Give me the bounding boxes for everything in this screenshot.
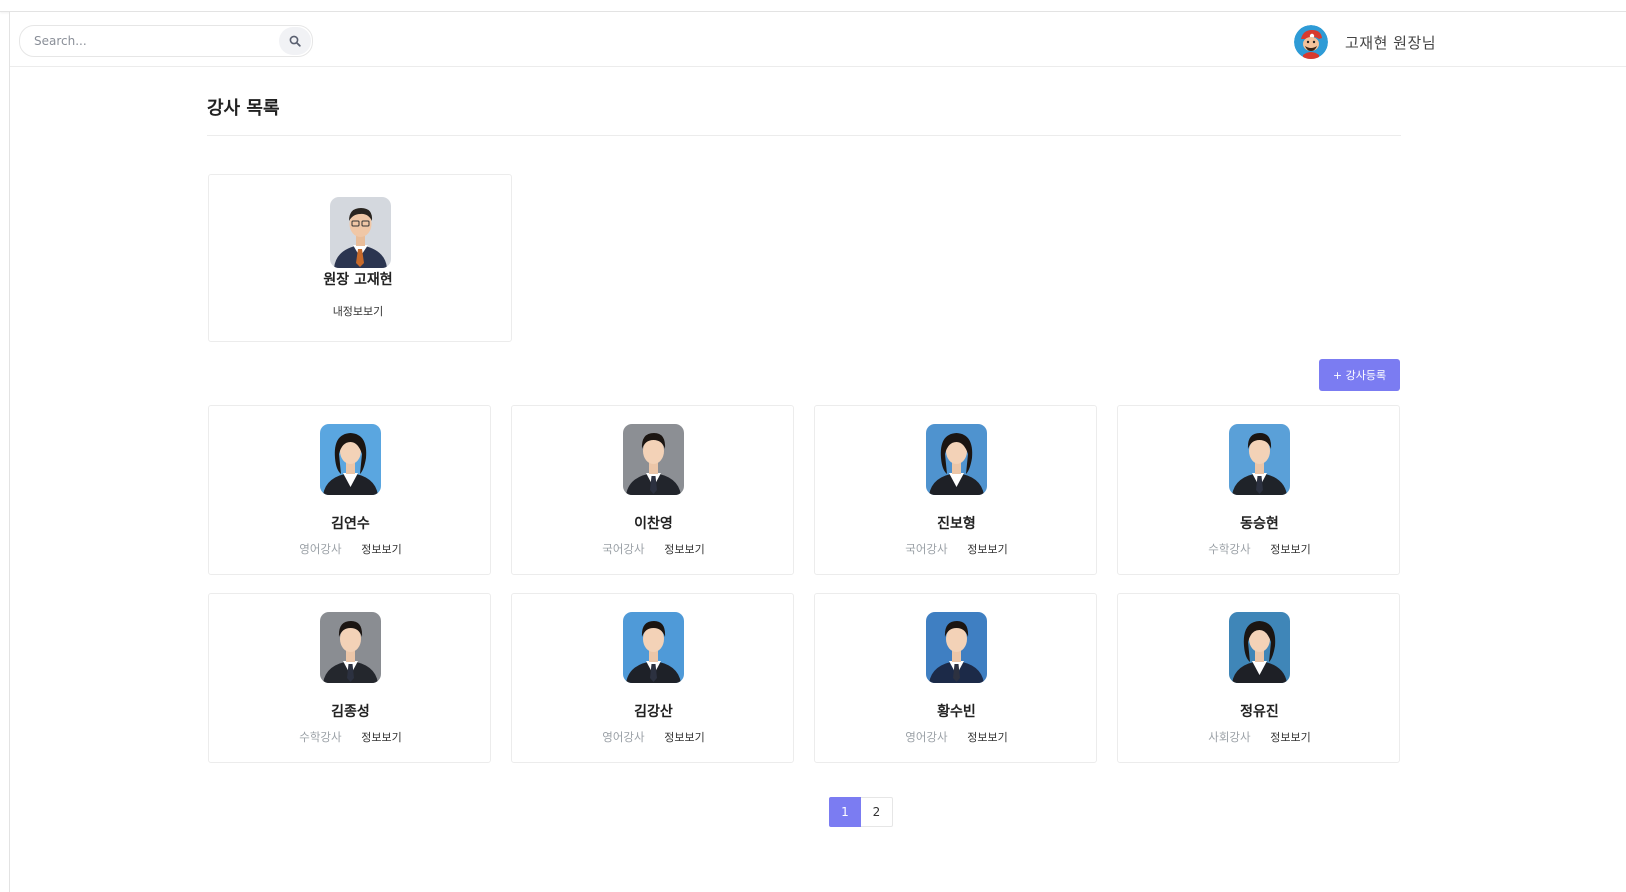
instructor-photo: [623, 424, 684, 495]
instructor-portrait-icon: [926, 612, 987, 683]
instructor-photo: [926, 424, 987, 495]
instructor-subject: 수학강사: [1208, 542, 1251, 556]
search-input[interactable]: [32, 26, 276, 56]
search-box: [19, 25, 313, 57]
instructor-subject: 국어강사: [602, 542, 645, 556]
instructor-name: 진보형: [937, 516, 976, 532]
instructor-portrait-icon: [1229, 424, 1290, 495]
instructor-name: 이찬영: [634, 516, 673, 532]
top-bar: 고재현 원장님: [10, 12, 1626, 67]
title-divider: [207, 135, 1401, 136]
instructor-portrait-icon: [320, 424, 381, 495]
instructor-portrait-icon: [623, 424, 684, 495]
user-profile[interactable]: 고재현 원장님: [1294, 25, 1436, 59]
instructor-photo: [320, 612, 381, 683]
instructor-subject: 영어강사: [299, 542, 342, 556]
instructor-info-link[interactable]: 정보보기: [664, 543, 704, 556]
director-portrait-icon: [330, 197, 391, 268]
instructor-name: 김강산: [634, 704, 673, 720]
instructor-name: 동승현: [1240, 516, 1279, 532]
instructor-info-link[interactable]: 정보보기: [1270, 543, 1310, 556]
director-name-text: 원장 고재현: [323, 272, 393, 288]
instructor-photo: [1229, 424, 1290, 495]
window-top-edge: [0, 0, 1626, 12]
instructor-meta: 국어강사 정보보기: [512, 541, 795, 557]
instructor-info-link[interactable]: 정보보기: [967, 731, 1007, 744]
page-title: 강사 목록: [207, 98, 280, 119]
instructor-card: 진보형 국어강사 정보보기: [814, 405, 1097, 575]
instructor-photo: [1229, 612, 1290, 683]
instructor-name: 정유진: [1240, 704, 1279, 720]
instructor-name: 김종성: [331, 704, 370, 720]
instructor-grid: 김연수 영어강사 정보보기 이찬영 국어강사 정보보기 진보형 국어강사 정보보…: [208, 405, 1401, 763]
instructor-info-link[interactable]: 정보보기: [361, 731, 401, 744]
cartoon-avatar-icon: [1294, 25, 1328, 59]
instructor-portrait-icon: [1229, 612, 1290, 683]
user-name: 고재현 원장님: [1345, 33, 1437, 52]
instructor-meta: 영어강사 정보보기: [512, 729, 795, 745]
search-icon: [289, 35, 301, 47]
search-button[interactable]: [279, 27, 311, 55]
instructor-portrait-icon: [320, 612, 381, 683]
window-left-edge: [9, 11, 10, 892]
instructor-info-link[interactable]: 정보보기: [664, 731, 704, 744]
instructor-photo: [320, 424, 381, 495]
director-card: 원장 고재현 내정보보기: [208, 174, 512, 342]
instructor-subject: 수학강사: [299, 730, 342, 744]
page-button[interactable]: 2: [861, 797, 893, 827]
instructor-card: 김연수 영어강사 정보보기: [208, 405, 491, 575]
director-photo: [330, 197, 391, 268]
director-name: 원장 고재현: [209, 269, 511, 289]
instructor-meta: 사회강사 정보보기: [1118, 729, 1401, 745]
instructor-photo: [926, 612, 987, 683]
instructor-subject: 사회강사: [1208, 730, 1251, 744]
instructor-portrait-icon: [623, 612, 684, 683]
instructor-name: 김연수: [331, 516, 370, 532]
director-info-link-text: 내정보보기: [332, 305, 384, 318]
instructor-photo: [623, 612, 684, 683]
instructor-name: 황수빈: [937, 704, 976, 720]
instructor-card: 정유진 사회강사 정보보기: [1117, 593, 1400, 763]
instructor-meta: 영어강사 정보보기: [815, 729, 1098, 745]
instructor-subject: 영어강사: [905, 730, 948, 744]
instructor-meta: 영어강사 정보보기: [209, 541, 492, 557]
add-instructor-button[interactable]: + 강사등록: [1319, 359, 1400, 391]
director-info-link[interactable]: 내정보보기: [209, 303, 511, 319]
instructor-meta: 수학강사 정보보기: [1118, 541, 1401, 557]
pagination: 12: [829, 797, 893, 827]
instructor-subject: 영어강사: [602, 730, 645, 744]
page-button[interactable]: 1: [829, 797, 861, 827]
instructor-info-link[interactable]: 정보보기: [1270, 731, 1310, 744]
instructor-card: 김종성 수학강사 정보보기: [208, 593, 491, 763]
instructor-card: 동승현 수학강사 정보보기: [1117, 405, 1400, 575]
instructor-info-link[interactable]: 정보보기: [967, 543, 1007, 556]
instructor-card: 이찬영 국어강사 정보보기: [511, 405, 794, 575]
instructor-subject: 국어강사: [905, 542, 948, 556]
instructor-card: 김강산 영어강사 정보보기: [511, 593, 794, 763]
instructor-portrait-icon: [926, 424, 987, 495]
instructor-meta: 수학강사 정보보기: [209, 729, 492, 745]
instructor-info-link[interactable]: 정보보기: [361, 543, 401, 556]
instructor-card: 황수빈 영어강사 정보보기: [814, 593, 1097, 763]
instructor-meta: 국어강사 정보보기: [815, 541, 1098, 557]
